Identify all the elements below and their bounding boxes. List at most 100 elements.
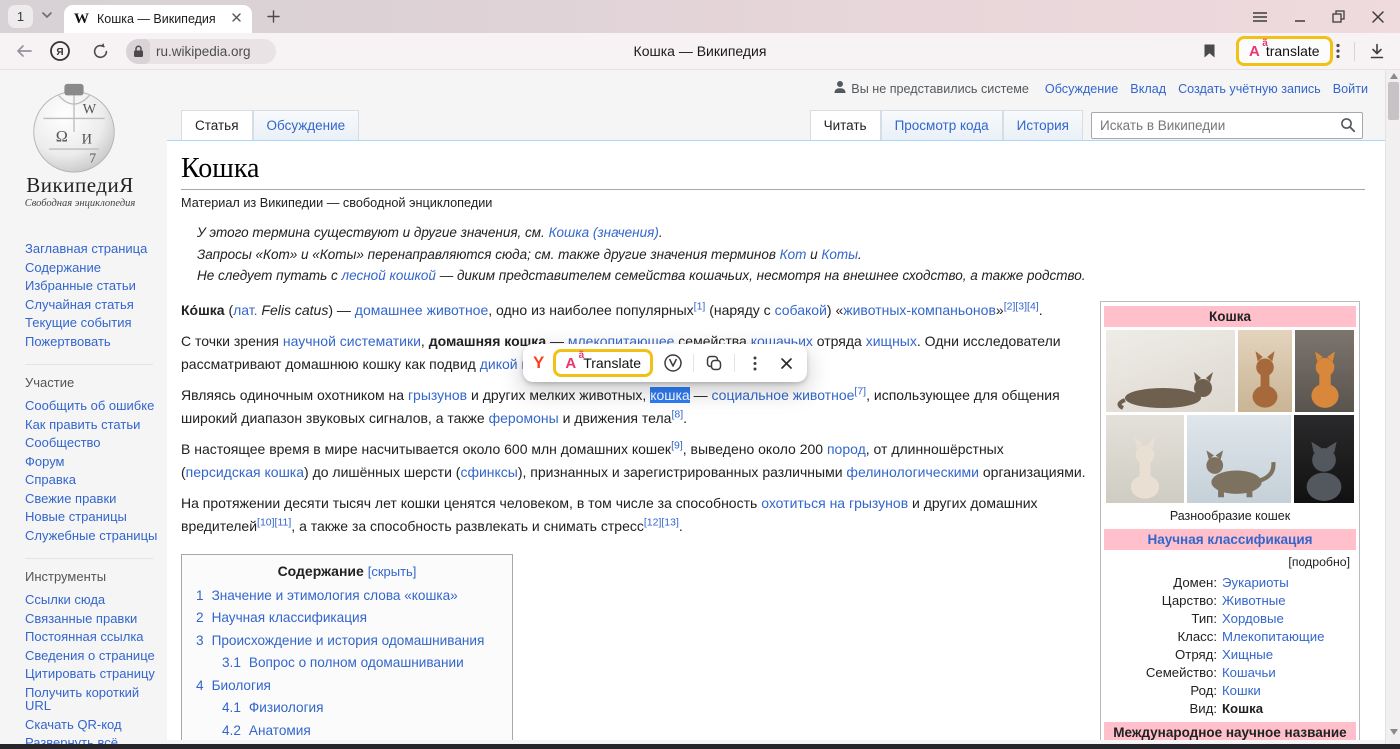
- inline-link[interactable]: персидская кошка: [186, 464, 304, 480]
- sidebar-link[interactable]: Скачать QR-код: [25, 718, 165, 732]
- sidebar-link[interactable]: Форум: [25, 455, 165, 469]
- sidebar-link[interactable]: Избранные статьи: [25, 279, 165, 293]
- sidebar-link[interactable]: Сообщить об ошибке: [25, 399, 165, 413]
- sidebar-link[interactable]: Связанные правки: [25, 612, 165, 626]
- ref-link[interactable]: [12][13]: [644, 516, 679, 528]
- browser-tab[interactable]: W Кошка — Википедия: [64, 5, 252, 33]
- ref-link[interactable]: [7]: [854, 385, 866, 397]
- taxon-link[interactable]: Хордовые: [1222, 611, 1356, 626]
- sidebar-link[interactable]: Содержание: [25, 261, 165, 275]
- voice-read-icon[interactable]: [662, 352, 684, 374]
- wikipedia-globe-logo[interactable]: Ω W И 7: [26, 82, 122, 179]
- sidebar-link[interactable]: Заглавная страница: [25, 242, 165, 256]
- ref-link[interactable]: [2][3][4]: [1004, 300, 1039, 312]
- sidebar-link[interactable]: Как править статьи: [25, 418, 165, 432]
- sidebar-link[interactable]: Сообщество: [25, 436, 165, 450]
- popup-more-icon[interactable]: [744, 352, 766, 374]
- ref-link[interactable]: [9]: [671, 439, 683, 451]
- toc-item[interactable]: 4.2Анатомия: [182, 720, 512, 741]
- lock-icon[interactable]: [126, 39, 150, 64]
- toc-item[interactable]: 1Значение и этимология слова «кошка»: [182, 585, 512, 608]
- address-bar[interactable]: ru.wikipedia.org: [126, 39, 276, 64]
- personal-link[interactable]: Войти: [1333, 82, 1368, 96]
- menu-hamburger-icon[interactable]: [1242, 0, 1278, 33]
- taxon-link[interactable]: Эукариоты: [1222, 575, 1356, 590]
- ref-link[interactable]: [8]: [671, 408, 683, 420]
- cat-photo-siamese[interactable]: [1106, 415, 1184, 503]
- sidebar-link[interactable]: Свежие правки: [25, 492, 165, 506]
- window-minimize-icon[interactable]: [1282, 0, 1318, 33]
- taxon-link[interactable]: Хищные: [1222, 647, 1356, 662]
- reload-icon[interactable]: [86, 33, 114, 69]
- cat-photo-orange-white[interactable]: [1295, 330, 1354, 412]
- inline-link[interactable]: животных-компаньонов: [843, 302, 996, 318]
- tab-history[interactable]: История: [1003, 110, 1083, 140]
- more-options-icon[interactable]: [1326, 33, 1350, 69]
- window-close-icon[interactable]: [1360, 0, 1396, 33]
- toc-hide-link[interactable]: [скрыть]: [368, 564, 417, 579]
- inline-link[interactable]: лат.: [233, 302, 257, 318]
- taxon-link[interactable]: Животные: [1222, 593, 1356, 608]
- page-scrollbar[interactable]: [1385, 70, 1400, 744]
- sidebar-link[interactable]: Сведения о странице: [25, 649, 165, 663]
- tab-read[interactable]: Читать: [810, 110, 881, 140]
- bookmark-icon[interactable]: [1196, 33, 1222, 69]
- cat-photo-gray[interactable]: [1294, 415, 1354, 503]
- tab-counter-button[interactable]: 1: [8, 5, 33, 28]
- sidebar-link[interactable]: Получить короткий URL: [25, 686, 165, 713]
- personal-link[interactable]: Создать учётную запись: [1178, 82, 1321, 96]
- inline-link[interactable]: грызунов: [408, 387, 467, 403]
- taxobox-classification-header[interactable]: Научная классификация: [1104, 529, 1356, 550]
- sidebar-link[interactable]: Ссылки сюда: [25, 593, 165, 607]
- inline-link[interactable]: фелинологическими: [846, 464, 979, 480]
- sidebar-link[interactable]: Служебные страницы: [25, 529, 165, 543]
- inline-link[interactable]: охотиться на грызунов: [761, 495, 908, 511]
- translate-toolbar-button[interactable]: Aã translate: [1236, 36, 1333, 66]
- inline-link[interactable]: социальное животное: [712, 387, 855, 403]
- inline-link[interactable]: сфинксы: [460, 464, 517, 480]
- scroll-up-icon[interactable]: [1386, 70, 1400, 82]
- copy-icon[interactable]: [703, 352, 725, 374]
- cat-photo-abyssinian[interactable]: [1238, 330, 1293, 412]
- sidebar-link[interactable]: Текущие события: [25, 316, 165, 330]
- inline-link[interactable]: домашнее животное: [355, 302, 488, 318]
- ref-link[interactable]: [10][11]: [257, 516, 291, 528]
- toc-item[interactable]: 3.1Вопрос о полном одомашнивании: [182, 652, 512, 675]
- sidebar-link[interactable]: Справка: [25, 473, 165, 487]
- wiki-search-input[interactable]: [1091, 112, 1363, 139]
- inline-link[interactable]: Коты: [821, 247, 858, 262]
- download-icon[interactable]: [1362, 33, 1392, 69]
- toc-item[interactable]: 4Биология: [182, 675, 512, 698]
- sidebar-link[interactable]: Постоянная ссылка: [25, 630, 165, 644]
- inline-link[interactable]: собакой: [775, 302, 827, 318]
- personal-link[interactable]: Вклад: [1130, 82, 1166, 96]
- inline-link[interactable]: научной систематики: [283, 333, 421, 349]
- yandex-browser-icon[interactable]: Я: [46, 33, 74, 69]
- taxon-link[interactable]: Млекопитающие: [1222, 629, 1356, 644]
- popup-close-icon[interactable]: [775, 352, 797, 374]
- taxon-link[interactable]: Кошачьи: [1222, 665, 1356, 680]
- inline-link[interactable]: лесной кошкой: [342, 268, 436, 283]
- toc-item[interactable]: 3Происхождение и история одомашнивания: [182, 630, 512, 653]
- sidebar-link[interactable]: Случайная статья: [25, 298, 165, 312]
- sidebar-link[interactable]: Пожертвовать: [25, 335, 165, 349]
- back-icon[interactable]: [10, 33, 38, 69]
- cat-photo-tabby-lying[interactable]: [1106, 330, 1235, 412]
- tab-close-icon[interactable]: [231, 10, 242, 28]
- window-restore-icon[interactable]: [1320, 0, 1356, 33]
- scrollbar-thumb[interactable]: [1388, 82, 1399, 120]
- tab-article[interactable]: Статья: [181, 110, 253, 140]
- inline-link[interactable]: Кот: [780, 247, 807, 262]
- toc-item[interactable]: 2Научная классификация: [182, 607, 512, 630]
- taxon-link[interactable]: Кошки: [1222, 683, 1356, 698]
- taxobox-details-link[interactable]: [подробно]: [1104, 553, 1356, 573]
- sidebar-link[interactable]: Новые страницы: [25, 510, 165, 524]
- inline-link[interactable]: феромоны: [489, 410, 559, 426]
- popup-translate-button[interactable]: Aã Translate: [553, 349, 653, 377]
- chevron-down-icon[interactable]: [40, 8, 54, 27]
- scroll-down-icon[interactable]: [1386, 726, 1400, 738]
- inline-link[interactable]: Кошка (значения): [549, 225, 659, 240]
- sidebar-link[interactable]: Цитировать страницу: [25, 667, 165, 681]
- ref-link[interactable]: [1]: [694, 300, 706, 312]
- inline-link[interactable]: кошка: [650, 387, 690, 403]
